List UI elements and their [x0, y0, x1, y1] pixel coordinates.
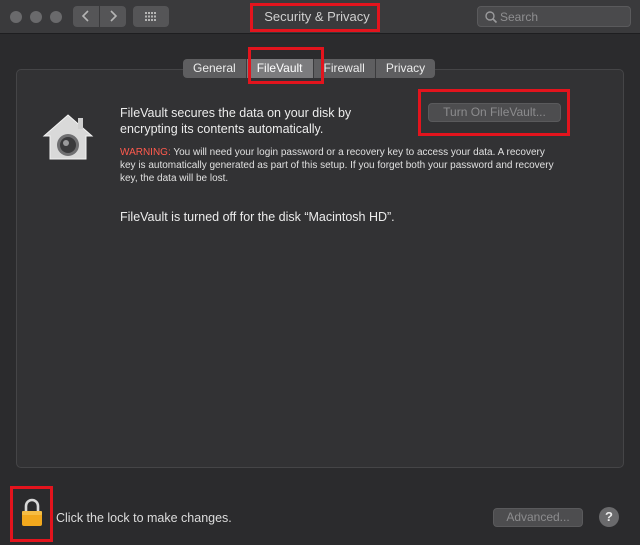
advanced-button[interactable]: Advanced...	[493, 508, 583, 527]
turn-on-filevault-button[interactable]: Turn On FileVault...	[428, 103, 561, 122]
warning-label: WARNING:	[120, 147, 171, 158]
chevron-right-icon	[110, 10, 118, 22]
grid-icon	[145, 12, 156, 21]
tab-firewall[interactable]: Firewall	[313, 59, 376, 78]
tab-filevault[interactable]: FileVault	[246, 59, 314, 78]
zoom-window-button[interactable]	[50, 11, 62, 23]
show-all-button[interactable]	[133, 6, 169, 27]
help-button[interactable]: ?	[599, 507, 619, 527]
chevron-left-icon	[81, 10, 89, 22]
close-window-button[interactable]	[10, 11, 22, 23]
tab-bar: General FileVault Firewall Privacy	[183, 59, 436, 78]
filevault-description: FileVault secures the data on your disk …	[120, 106, 352, 136]
filevault-status: FileVault is turned off for the disk “Ma…	[120, 210, 395, 224]
title-bar: Security & Privacy	[0, 0, 640, 34]
back-button[interactable]	[73, 6, 99, 27]
tab-general[interactable]: General	[183, 59, 247, 78]
forward-button[interactable]	[100, 6, 126, 27]
lock-icon[interactable]	[20, 498, 44, 528]
window-title: Security & Privacy	[264, 9, 370, 24]
search-icon	[485, 11, 498, 24]
warning-text: You will need your login password or a r…	[120, 147, 554, 184]
search-field[interactable]	[477, 6, 631, 27]
search-input[interactable]	[500, 8, 625, 25]
tab-privacy[interactable]: Privacy	[375, 59, 436, 78]
minimize-window-button[interactable]	[30, 11, 42, 23]
filevault-house-icon	[42, 114, 94, 160]
lock-hint: Click the lock to make changes.	[56, 511, 232, 525]
filevault-warning: WARNING: You will need your login passwo…	[120, 146, 560, 185]
